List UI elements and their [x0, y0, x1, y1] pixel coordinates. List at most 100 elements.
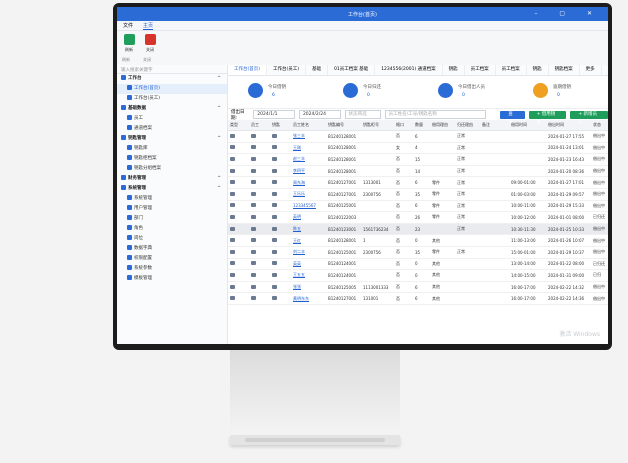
table-row[interactable]: 黄明东东 B1240127001 131001 否 6 其他 16:00-17:00 2024…: [228, 292, 608, 305]
row-icon-cell[interactable]: [249, 269, 270, 282]
row-icon-cell[interactable]: [270, 200, 291, 213]
row-icon-cell[interactable]: [270, 281, 291, 294]
row-icon-cell[interactable]: [228, 246, 249, 259]
row-icon-cell[interactable]: [228, 142, 249, 155]
date-to-input[interactable]: 2024/2/24: [298, 110, 341, 119]
menu-file[interactable]: 文件: [123, 22, 133, 29]
column-header[interactable]: 备注: [480, 120, 509, 131]
row-icon-cell[interactable]: [270, 153, 291, 166]
column-header[interactable]: 状态: [591, 120, 608, 131]
row-icon-cell[interactable]: [270, 130, 291, 143]
table-row[interactable]: 英明 B1240122003 否 26 零件 正常 10:00-12:00 2024-01-0…: [228, 211, 608, 224]
row-icon-cell[interactable]: [228, 211, 249, 224]
status-select[interactable]: 状态筛选: [344, 110, 381, 119]
tab[interactable]: 工作台(首页): [228, 65, 268, 75]
row-icon-cell[interactable]: [228, 258, 249, 271]
row-icon-cell[interactable]: [249, 292, 270, 305]
table-row[interactable]: 刘二丰 B1240125001 2300756 否 35 零件 正常 15:00-01:00 2…: [228, 246, 608, 259]
row-icon-cell[interactable]: [249, 246, 270, 259]
sidebar-item[interactable]: 钥匙库: [117, 144, 227, 154]
sidebar-item[interactable]: 用户管理: [117, 204, 227, 214]
menu-home[interactable]: 主页: [143, 22, 154, 30]
row-icon-cell[interactable]: [249, 188, 270, 201]
sidebar-item[interactable]: 工作台(员工): [117, 94, 227, 104]
row-icon-cell[interactable]: [228, 223, 249, 236]
table-row[interactable]: 王五五 B1240124001 否 0 其他 14:00-15:00 2024-01-31 …: [228, 269, 608, 282]
sidebar-item[interactable]: 系统管理: [117, 194, 227, 204]
tab[interactable]: 工作台(员工): [267, 65, 307, 75]
sidebar-item[interactable]: 基础数据 ^: [117, 104, 227, 114]
row-icon-cell[interactable]: [249, 281, 270, 294]
table-row[interactable]: 王乐乐 B1240127001 2300756 否 35 零件 正常 01:00-03:00 2…: [228, 188, 608, 201]
column-header[interactable]: 归还理由: [455, 120, 480, 131]
row-icon-cell[interactable]: [270, 223, 291, 236]
row-icon-cell[interactable]: [228, 130, 249, 143]
row-icon-cell[interactable]: [249, 142, 270, 155]
tab[interactable]: 钥匙: [443, 65, 465, 75]
refresh-button[interactable]: 刷新: [120, 34, 138, 53]
table-row[interactable]: 张三丰 B1240128001 否 6 正常 2024-01-27 17:55 借出中: [228, 130, 608, 143]
row-icon-cell[interactable]: [270, 234, 291, 247]
row-icon-cell[interactable]: [249, 200, 270, 213]
column-header[interactable]: 借用理由: [430, 120, 455, 131]
row-icon-cell[interactable]: [228, 269, 249, 282]
row-icon-cell[interactable]: [249, 258, 270, 271]
tab[interactable]: 钥匙: [527, 65, 549, 75]
column-header[interactable]: 格口: [394, 120, 413, 131]
sidebar-item[interactable]: 系统参数: [117, 264, 227, 274]
row-icon-cell[interactable]: [228, 153, 249, 166]
sidebar-item[interactable]: 系统管理 ^: [117, 184, 227, 194]
row-icon-cell[interactable]: [249, 223, 270, 236]
column-header[interactable]: 员工: [249, 120, 270, 131]
table-row[interactable]: 王红 B1240128001 1 否 0 其他 11:00-13:00 2024-01-26 …: [228, 234, 608, 247]
table-row[interactable]: 周东海 B1240127001 1313001 否 6 零件 正常 09:00-01:00 20…: [228, 176, 608, 189]
sidebar-item[interactable]: 角色: [117, 224, 227, 234]
row-icon-cell[interactable]: [249, 153, 270, 166]
add-employee-button[interactable]: + 新增员工: [570, 110, 608, 125]
row-icon-cell[interactable]: [249, 176, 270, 189]
row-icon-cell[interactable]: [249, 165, 270, 178]
sidebar-item[interactable]: 模板管理: [117, 274, 227, 284]
row-icon-cell[interactable]: [270, 258, 291, 271]
row-icon-cell[interactable]: [249, 130, 270, 143]
column-header[interactable]: 员工姓名: [291, 120, 326, 131]
table-row[interactable]: 张张 B1240125005 1113001333 否 6 其他 16:00-17:00 20…: [228, 281, 608, 294]
sidebar-item[interactable]: 岗位: [117, 234, 227, 244]
sidebar-item[interactable]: 工作台(首页): [117, 84, 227, 94]
chevron-up-icon[interactable]: ^: [217, 174, 221, 184]
row-icon-cell[interactable]: [270, 269, 291, 282]
chevron-up-icon[interactable]: ^: [217, 184, 221, 194]
row-icon-cell[interactable]: [270, 142, 291, 155]
row-icon-cell[interactable]: [228, 234, 249, 247]
column-header[interactable]: 钥匙编号: [326, 120, 361, 131]
column-header[interactable]: 类型: [228, 120, 249, 131]
row-icon-cell[interactable]: [270, 292, 291, 305]
row-icon-cell[interactable]: [228, 292, 249, 305]
table-row[interactable]: 李四平 B1240128001 否 14 正常 2024-01-20 08:36 借出中: [228, 165, 608, 178]
date-from-input[interactable]: 2024/1/1: [253, 110, 295, 119]
table-row[interactable]: 英英 B1240124001 否 0 其他 13:00-14:00 2024-01-22 0…: [228, 258, 608, 271]
tab[interactable]: 员工档案: [465, 65, 496, 75]
chevron-up-icon[interactable]: ^: [217, 74, 221, 84]
tab[interactable]: 更多: [580, 65, 602, 75]
tab[interactable]: 基础: [306, 65, 329, 75]
sidebar-item[interactable]: 钥匙柜档案: [117, 154, 227, 164]
row-icon-cell[interactable]: [249, 211, 270, 224]
column-header[interactable]: 钥匙柜号: [361, 120, 394, 131]
row-icon-cell[interactable]: [228, 200, 249, 213]
sidebar-item[interactable]: 数据字典: [117, 244, 227, 254]
row-icon-cell[interactable]: [270, 246, 291, 259]
tab[interactable]: 员工档案: [496, 65, 527, 75]
row-icon-cell[interactable]: [270, 188, 291, 201]
row-icon-cell[interactable]: [270, 211, 291, 224]
sidebar-item[interactable]: 员工: [117, 114, 227, 124]
tab[interactable]: 钥匙档案: [549, 65, 580, 75]
borrow-key-button[interactable]: + 借用钥匙: [528, 110, 567, 125]
window-controls[interactable]: – ▢ ✕: [534, 10, 602, 17]
table-row[interactable]: 陈五 B1240123001 1561736234 否 23 正常 10:30-11:30 2…: [228, 223, 608, 236]
row-icon-cell[interactable]: [228, 176, 249, 189]
row-icon-cell[interactable]: [228, 165, 249, 178]
row-icon-cell[interactable]: [228, 188, 249, 201]
chevron-up-icon[interactable]: ^: [217, 104, 221, 114]
column-header[interactable]: 借出时间: [546, 120, 591, 131]
